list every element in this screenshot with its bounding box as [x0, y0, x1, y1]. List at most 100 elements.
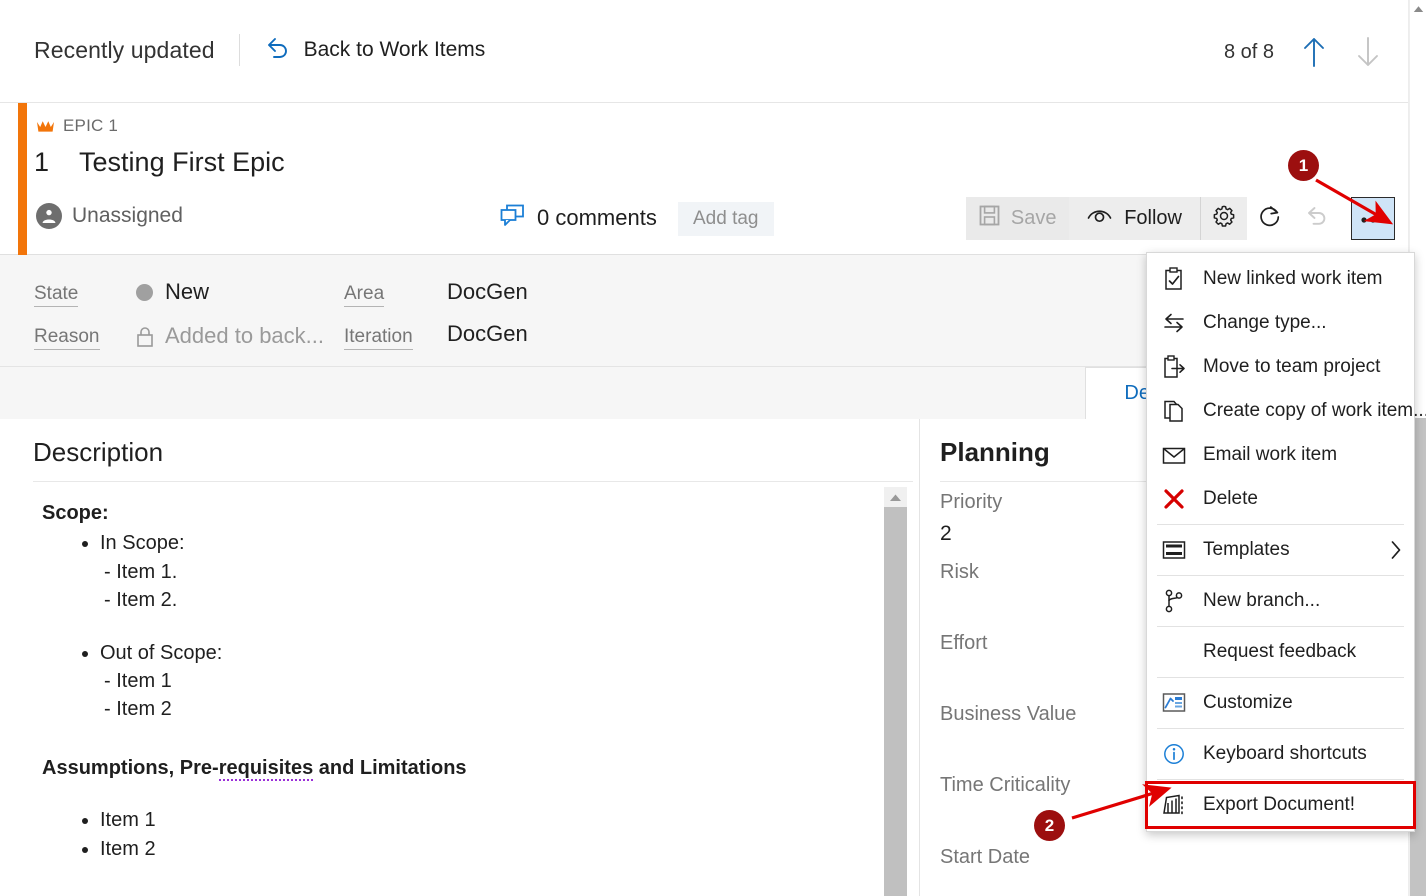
crown-icon — [36, 119, 55, 134]
menu-item-export-document[interactable]: Export Document! — [1147, 783, 1414, 827]
menu-separator — [1157, 626, 1404, 627]
menu-item-delete[interactable]: Delete — [1147, 477, 1414, 521]
save-label: Save — [1011, 207, 1057, 230]
menu-separator — [1157, 728, 1404, 729]
description-rule — [33, 481, 913, 482]
recently-updated-label: Recently updated — [34, 37, 215, 64]
menu-separator — [1157, 779, 1404, 780]
next-item-arrow-icon[interactable] — [1354, 34, 1382, 70]
templates-icon — [1159, 537, 1189, 563]
copy-icon — [1159, 398, 1189, 424]
priority-field[interactable]: Priority 2 — [940, 491, 1002, 546]
menu-item-label: Delete — [1203, 488, 1258, 510]
state-field: State — [34, 282, 78, 307]
list-item: Item 1 — [100, 806, 882, 834]
back-to-work-items-link[interactable]: Back to Work Items — [264, 36, 486, 64]
menu-item-label: Email work item — [1203, 444, 1337, 466]
menu-item-new-linked-work-item[interactable]: New linked work item — [1147, 257, 1414, 301]
menu-item-new-branch[interactable]: New branch... — [1147, 579, 1414, 623]
menu-item-label: Keyboard shortcuts — [1203, 743, 1367, 765]
menu-item-templates[interactable]: Templates — [1147, 528, 1414, 572]
save-button[interactable]: Save — [966, 197, 1069, 240]
menu-item-change-type[interactable]: Change type... — [1147, 301, 1414, 345]
iteration-value-control[interactable]: DocGen — [447, 321, 528, 347]
menu-item-create-copy[interactable]: Create copy of work item... — [1147, 389, 1414, 433]
menu-item-label: New branch... — [1203, 590, 1320, 612]
scrollbar-thumb[interactable] — [884, 507, 907, 896]
iteration-label: Iteration — [344, 325, 413, 350]
epic-color-bar — [18, 103, 27, 255]
page-scroll-up-arrow-icon[interactable] — [1410, 0, 1426, 18]
menu-item-move-to-team-project[interactable]: Move to team project — [1147, 345, 1414, 389]
list-item: Out of Scope: — [100, 639, 882, 667]
menu-item-label: Export Document! — [1203, 794, 1355, 816]
business-value-field[interactable]: Business Value — [940, 703, 1076, 726]
more-actions-menu: New linked work item Change type... Move… — [1146, 252, 1415, 832]
ellipsis-icon — [1360, 207, 1386, 230]
state-value: New — [165, 279, 209, 305]
back-to-work-items-label: Back to Work Items — [304, 38, 486, 62]
reason-value: Added to back... — [165, 323, 324, 349]
iteration-field: Iteration — [344, 325, 413, 350]
move-to-team-project-icon — [1159, 354, 1189, 380]
assigned-to-label: Unassigned — [72, 204, 183, 228]
email-icon — [1159, 442, 1189, 468]
scroll-up-arrow-icon[interactable] — [884, 487, 907, 507]
state-dot-icon — [136, 284, 153, 301]
effort-field[interactable]: Effort — [940, 632, 987, 655]
export-document-icon — [1159, 792, 1189, 818]
work-item-header: EPIC 1 1 Testing First Epic Unassigned — [0, 103, 1409, 255]
back-arrow-icon — [264, 36, 290, 64]
menu-item-email-work-item[interactable]: Email work item — [1147, 433, 1414, 477]
topbar-right-group: 8 of 8 — [1224, 34, 1382, 70]
menu-item-label: Move to team project — [1203, 356, 1380, 378]
out-of-scope-list: Out of Scope: — [42, 639, 882, 667]
assumption-list: Item 1 Item 2 — [42, 806, 882, 863]
settings-gear-button[interactable] — [1201, 197, 1247, 240]
work-item-toolbar: Save Follow — [966, 197, 1395, 240]
spacer — [42, 863, 882, 893]
menu-item-keyboard-shortcuts[interactable]: Keyboard shortcuts — [1147, 732, 1414, 776]
work-item-title[interactable]: Testing First Epic — [79, 147, 285, 178]
annotation-badge-1: 1 — [1288, 150, 1319, 181]
description-scrollbar[interactable] — [884, 487, 907, 896]
assumptions-heading: Assumptions, Pre-requisites and Limitati… — [42, 754, 882, 782]
avatar-icon — [36, 203, 62, 229]
comments-link[interactable]: 0 comments — [500, 204, 657, 232]
priority-label: Priority — [940, 491, 1002, 514]
list-item: In Scope: — [100, 529, 882, 557]
undo-button[interactable] — [1293, 197, 1339, 240]
menu-item-request-feedback[interactable]: Request feedback — [1147, 630, 1414, 674]
menu-item-label: Templates — [1203, 539, 1290, 561]
refresh-icon — [1258, 204, 1282, 234]
save-icon — [979, 205, 1000, 232]
refresh-button[interactable] — [1247, 197, 1293, 240]
out-of-scope-item-1: - Item 1 — [42, 667, 882, 695]
assumptions-text-pre: Assumptions, Pre- — [42, 757, 219, 779]
description-body[interactable]: Scope: In Scope: - Item 1. - Item 2. Out… — [42, 499, 882, 896]
follow-eye-icon — [1087, 207, 1112, 231]
time-criticality-field[interactable]: Time Criticality — [940, 774, 1070, 797]
previous-item-arrow-icon[interactable] — [1300, 34, 1328, 70]
menu-item-label: Change type... — [1203, 312, 1327, 334]
more-actions-button[interactable] — [1351, 197, 1395, 240]
out-of-scope-item-2: - Item 2 — [42, 695, 882, 723]
change-type-icon — [1159, 310, 1189, 336]
reason-value-control: Added to back... — [136, 323, 324, 349]
spacer — [42, 615, 882, 637]
assigned-to-field[interactable]: Unassigned — [36, 203, 183, 229]
menu-separator — [1157, 524, 1404, 525]
start-date-field[interactable]: Start Date — [940, 846, 1030, 869]
comments-count-label: 0 comments — [537, 205, 657, 231]
assumptions-misspelled-word: requisites — [219, 757, 313, 781]
delete-icon — [1159, 486, 1189, 512]
risk-field[interactable]: Risk — [940, 561, 979, 584]
area-value-control[interactable]: DocGen — [447, 279, 528, 305]
menu-item-customize[interactable]: Customize — [1147, 681, 1414, 725]
state-value-control[interactable]: New — [136, 279, 209, 305]
follow-button[interactable]: Follow — [1069, 197, 1201, 240]
add-tag-button[interactable]: Add tag — [678, 202, 774, 236]
iteration-value: DocGen — [447, 321, 528, 347]
work-item-type-line: EPIC 1 — [36, 116, 118, 136]
description-pane: Description Scope: In Scope: - Item 1. -… — [0, 419, 920, 896]
